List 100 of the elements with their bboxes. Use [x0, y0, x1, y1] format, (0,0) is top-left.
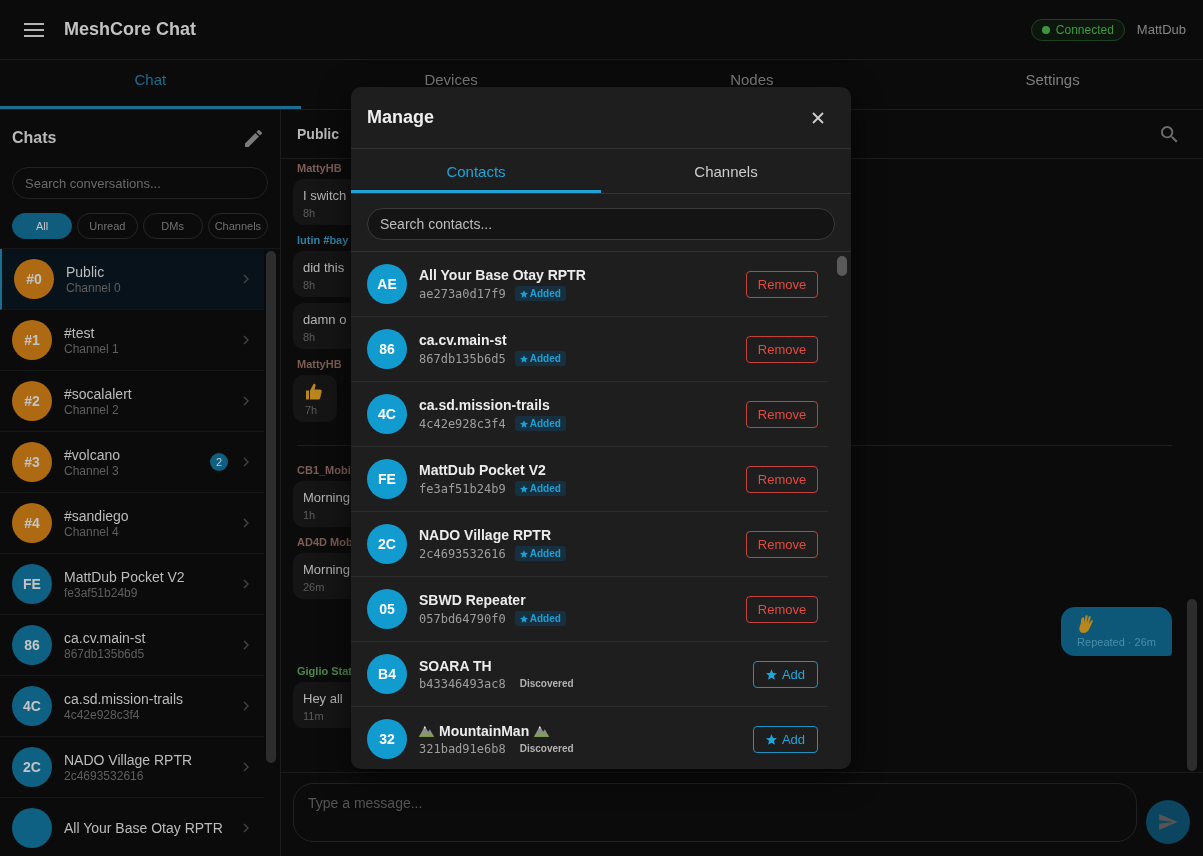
- chevron-right-icon: [243, 396, 249, 406]
- conversation-avatar: #4: [12, 503, 52, 543]
- contact-key: 2c4693532616: [419, 546, 506, 561]
- tab[interactable]: Settings: [902, 60, 1203, 109]
- star-icon: [519, 419, 528, 428]
- remove-button[interactable]: Remove: [746, 335, 818, 363]
- search-icon[interactable]: [1161, 125, 1178, 143]
- conversation-name: #sandiego: [64, 507, 129, 524]
- filter-chip[interactable]: All: [12, 213, 73, 239]
- contact-name: MattDub Pocket V2: [419, 462, 546, 478]
- conversation-item[interactable]: FE MattDub Pocket V2 fe3af51b24b9: [0, 554, 264, 615]
- contact-name: ca.cv.main-st: [419, 332, 507, 348]
- conversation-avatar: #0: [14, 259, 54, 299]
- message-input[interactable]: Type a message...: [293, 783, 1137, 842]
- conversation-item[interactable]: 4C ca.sd.mission-trails 4c42e928c3f4: [0, 676, 264, 737]
- pencil-icon[interactable]: [245, 129, 262, 147]
- contact-key: 321bad91e6b8: [419, 741, 506, 756]
- contact-key: fe3af51b24b9: [419, 481, 506, 496]
- conversation-subtitle: Channel 3: [64, 463, 119, 478]
- contact-avatar: 05: [367, 589, 407, 629]
- tab[interactable]: Channels: [601, 149, 851, 193]
- contact-avatar: 2C: [367, 524, 407, 564]
- conversation-subtitle: 4c42e928c3f4: [64, 707, 140, 722]
- close-icon[interactable]: [812, 111, 824, 124]
- conversation-item[interactable]: #4 #sandiego Channel 4: [0, 493, 264, 554]
- tab[interactable]: Contacts: [351, 149, 601, 193]
- scrollbar[interactable]: [266, 251, 276, 763]
- conversation-name: #volcano: [64, 446, 121, 463]
- conversation-subtitle: Channel 1: [64, 341, 119, 356]
- star-icon: [519, 484, 528, 493]
- conversation-item[interactable]: 86 ca.cv.main-st 867db135b6d5: [0, 615, 264, 676]
- conversation-subtitle: fe3af51b24b9: [64, 585, 138, 600]
- message-time: 8h: [303, 207, 316, 219]
- tag-label: Added: [529, 353, 561, 364]
- contact-avatar: AE: [367, 264, 407, 304]
- chat-title: Public: [297, 126, 339, 142]
- conversation-item[interactable]: All Your Base Otay RPTR: [0, 798, 264, 856]
- user-name: MattDub: [1136, 22, 1186, 37]
- search-field[interactable]: Search conversations...: [12, 167, 268, 199]
- star-icon: [519, 614, 528, 623]
- add-button[interactable]: Add: [753, 660, 818, 688]
- message-text: I switch: [303, 187, 347, 204]
- conversation-subtitle: Channel 4: [64, 524, 119, 539]
- add-button[interactable]: Add: [753, 725, 818, 753]
- remove-button[interactable]: Remove: [746, 465, 818, 493]
- contact-name: MountainMan: [439, 722, 530, 739]
- remove-button[interactable]: Remove: [746, 270, 818, 298]
- conversation-subtitle: 867db135b6d5: [64, 646, 145, 661]
- conversation-name: Public: [66, 263, 105, 280]
- chevron-right-icon: [243, 640, 249, 650]
- menu-icon[interactable]: [24, 22, 44, 37]
- chevron-right-icon: [243, 335, 249, 345]
- tab[interactable]: Chat: [0, 60, 301, 109]
- conversation-item[interactable]: 2C NADO Village RPTR 2c4693532616: [0, 737, 264, 798]
- chevron-right-icon: [243, 579, 249, 589]
- remove-button[interactable]: Remove: [746, 595, 818, 623]
- chevron-right-icon: [243, 762, 249, 772]
- contact-name: SBWD Repeater: [419, 592, 526, 608]
- send-icon: [1158, 814, 1178, 830]
- conversation-avatar: #2: [12, 381, 52, 421]
- tag-label: Added: [529, 548, 561, 559]
- contact-avatar: 86: [367, 329, 407, 369]
- send-button[interactable]: [1146, 800, 1190, 844]
- sender-name: lutin #bay: [297, 233, 349, 247]
- conversation-avatar: FE: [12, 564, 52, 604]
- conversation-item[interactable]: #0 Public Channel 0: [0, 249, 264, 310]
- scrollbar[interactable]: [1187, 599, 1197, 771]
- conversation-name: #socalalert: [64, 385, 132, 402]
- conversation-name: ca.sd.mission-trails: [64, 690, 184, 707]
- contact-avatar: B4: [367, 654, 407, 694]
- search-field[interactable]: Search contacts...: [367, 208, 835, 240]
- hand-icon: [1077, 615, 1096, 633]
- remove-button[interactable]: Remove: [746, 400, 818, 428]
- star-icon: [519, 289, 528, 298]
- contact-key: 4c42e928c3f4: [419, 416, 506, 431]
- conversation-avatar: 4C: [12, 686, 52, 726]
- unread-count: 2: [210, 453, 228, 471]
- scrollbar[interactable]: [837, 256, 847, 276]
- tag-label: Added: [529, 613, 561, 624]
- message-time: 8h: [303, 279, 316, 291]
- star-icon: [519, 354, 528, 363]
- contact-name: NADO Village RPTR: [419, 527, 551, 543]
- contact-key: 867db135b6d5: [419, 351, 506, 366]
- sidebar-title: Chats: [12, 129, 57, 147]
- dialog-title: Manage: [367, 107, 435, 128]
- conversation-item[interactable]: #1 #test Channel 1: [0, 310, 264, 371]
- conversation-item[interactable]: #2 #socalalert Channel 2: [0, 371, 264, 432]
- conversation-item[interactable]: #3 #volcano Channel 3 2: [0, 432, 264, 493]
- message-text: Morning: [303, 489, 350, 506]
- star-icon: [519, 549, 528, 558]
- message-time: 1h: [303, 509, 316, 521]
- contact-avatar: FE: [367, 459, 407, 499]
- tab[interactable]: Devices: [300, 60, 602, 109]
- chevron-right-icon: [243, 518, 249, 528]
- remove-button[interactable]: Remove: [746, 530, 818, 558]
- contact-avatar: 32: [367, 719, 407, 759]
- chevron-right-icon: [243, 457, 249, 467]
- conversation-subtitle: Channel 0: [66, 280, 121, 295]
- contact-avatar: 4C: [367, 394, 407, 434]
- tab[interactable]: Nodes: [601, 60, 903, 109]
